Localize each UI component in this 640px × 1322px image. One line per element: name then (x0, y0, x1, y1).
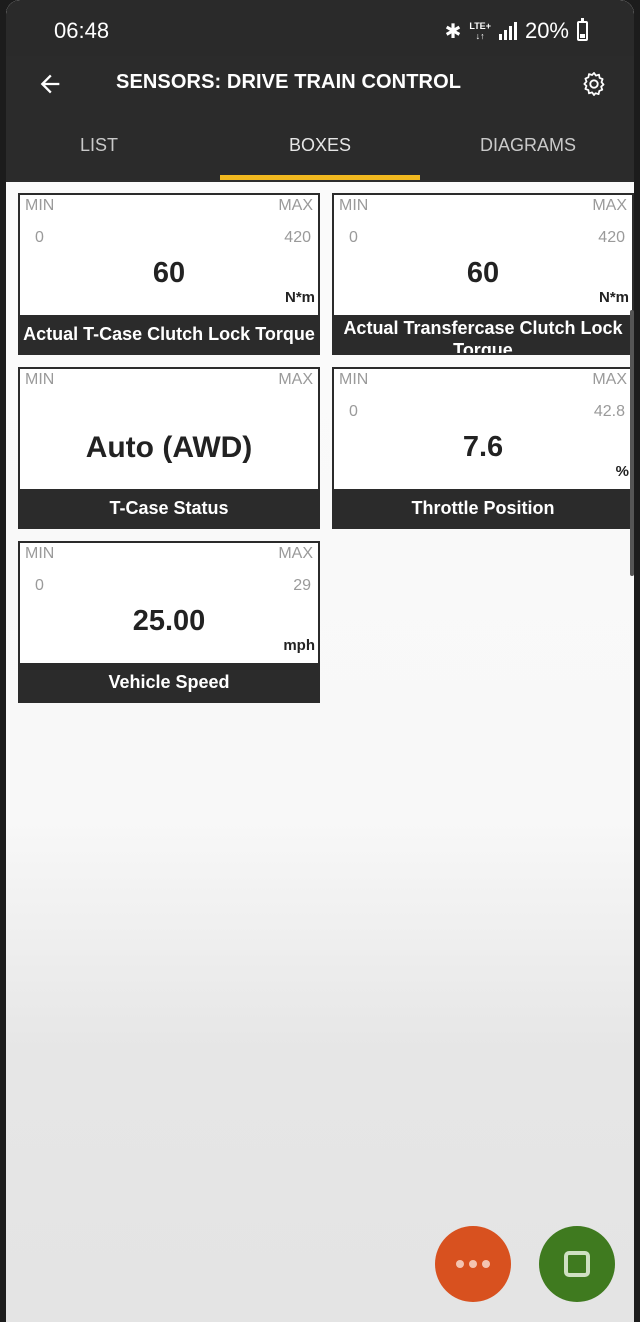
min-value: 0 (349, 229, 358, 246)
max-value: 420 (598, 229, 625, 246)
status-icons: ✱ LTE+ ↓↑ 20% (445, 18, 588, 44)
tab-indicator (220, 175, 420, 180)
min-label: MIN (339, 371, 369, 388)
sensor-unit: mph (283, 637, 315, 654)
tab-diagrams[interactable]: DIAGRAMS (426, 112, 630, 182)
stop-button[interactable] (539, 1226, 615, 1302)
sensor-value: 25.00 (132, 605, 206, 637)
status-bar: 06:48 ✱ LTE+ ↓↑ 20% (6, 0, 634, 56)
tab-boxes[interactable]: BOXES (220, 112, 420, 182)
scrollbar[interactable] (630, 310, 634, 576)
sensor-unit: N*m (598, 289, 629, 306)
min-value: 0 (35, 577, 44, 594)
tab-list[interactable]: LIST (6, 112, 192, 182)
tab-bar: LIST BOXES DIAGRAMS (6, 112, 634, 182)
min-value: 0 (35, 229, 44, 246)
arrow-left-icon (40, 74, 60, 94)
max-value: 42.8 (593, 403, 625, 420)
max-label: MAX (592, 197, 627, 214)
network-type: LTE+ (469, 21, 491, 31)
sensor-value: 60 (152, 257, 186, 289)
stop-icon (564, 1251, 590, 1277)
app-screen: 06:48 ✱ LTE+ ↓↑ 20% SENSORS: DRIVE TRAIN … (6, 0, 634, 1322)
battery-percent: 20% (524, 18, 569, 43)
status-time: 06:48 (54, 18, 110, 43)
app-bar: SENSORS: DRIVE TRAIN CONTROL (6, 56, 634, 112)
max-value: 29 (293, 577, 311, 594)
signal-icon (498, 22, 517, 40)
min-label: MIN (25, 371, 55, 388)
back-button[interactable] (32, 66, 68, 102)
max-label: MAX (278, 371, 313, 388)
settings-button[interactable] (576, 66, 612, 102)
min-label: MIN (25, 197, 55, 214)
sensor-box-throttle-position[interactable]: MIN MAX 0 42.8 7.6 % Throttle Position (332, 367, 634, 529)
sensor-name: Throttle Position (334, 489, 632, 527)
page-title: SENSORS: DRIVE TRAIN CONTROL (116, 71, 462, 93)
sensor-box-transfercase-clutch-lock-torque[interactable]: MIN MAX 0 420 60 N*m Actual Transfercase… (332, 193, 634, 355)
sensor-box-vehicle-speed[interactable]: MIN MAX 0 29 25.00 mph Vehicle Speed (18, 541, 320, 703)
lte-icon: LTE+ ↓↑ (469, 21, 491, 41)
max-label: MAX (592, 371, 627, 388)
sensor-box-tcase-status[interactable]: MIN MAX Auto (AWD) T-Case Status (18, 367, 320, 529)
sensor-unit: % (615, 463, 629, 480)
sensor-box-clutch-lock-torque[interactable]: MIN MAX 0 420 60 N*m Actual T-Case Clutc… (18, 193, 320, 355)
gear-icon (583, 72, 605, 96)
more-button[interactable] (435, 1226, 511, 1302)
sensor-name: Vehicle Speed (20, 663, 318, 701)
min-label: MIN (25, 545, 55, 562)
max-label: MAX (278, 545, 313, 562)
sensor-unit: N*m (284, 289, 315, 306)
min-label: MIN (339, 197, 369, 214)
sensor-name: Actual Transfercase Clutch Lock Torque (334, 315, 632, 353)
sensor-name: Actual T-Case Clutch Lock Torque (20, 315, 318, 353)
battery-icon (577, 18, 588, 41)
max-label: MAX (278, 197, 313, 214)
sensor-value: 7.6 (462, 431, 504, 463)
bluetooth-icon: ✱ (444, 20, 462, 43)
sensor-name: T-Case Status (20, 489, 318, 527)
sensor-value: 60 (466, 257, 500, 289)
more-dots-icon (456, 1260, 490, 1268)
sensor-value: Auto (AWD) (85, 431, 253, 464)
min-value: 0 (349, 403, 358, 420)
max-value: 420 (284, 229, 311, 246)
